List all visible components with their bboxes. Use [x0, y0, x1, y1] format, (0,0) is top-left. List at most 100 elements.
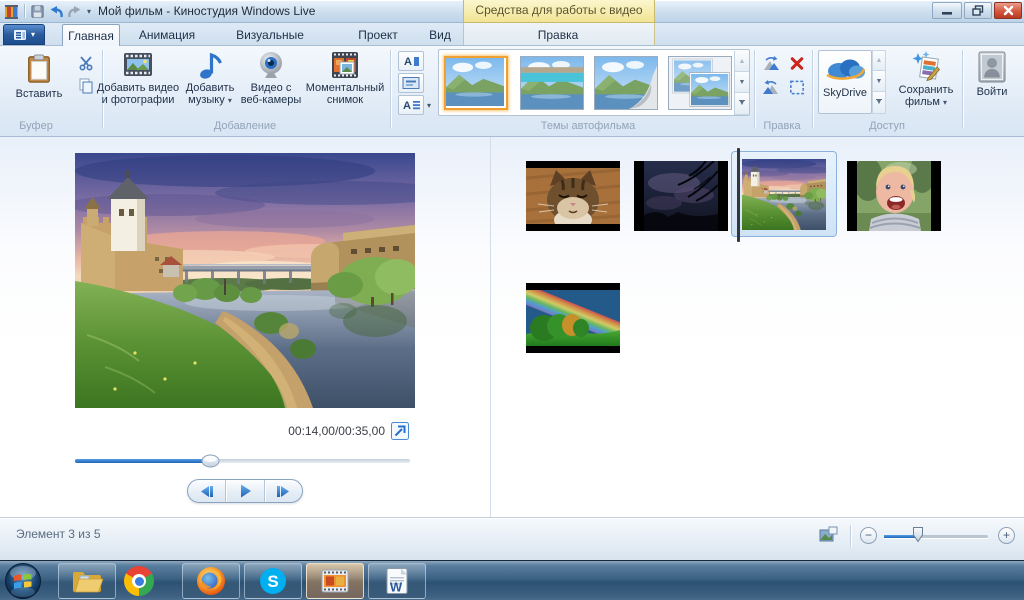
clipboard-group-label: Буфер [19, 120, 53, 132]
start-button[interactable] [4, 562, 42, 600]
laughing-child-clip-art [857, 161, 931, 231]
add-caption-button[interactable] [398, 73, 424, 93]
close-icon [1003, 5, 1013, 16]
tab-visual-effects[interactable]: Визуальные эффекты [210, 24, 330, 64]
previous-frame-button[interactable] [188, 480, 225, 502]
taskbar-item-explorer[interactable] [58, 563, 116, 599]
credits-caret-icon[interactable]: ▾ [427, 101, 431, 110]
taskbar-item-skype[interactable]: S [244, 563, 302, 599]
select-all-button[interactable] [786, 77, 808, 97]
add-credits-button[interactable]: A [398, 95, 424, 115]
play-button[interactable] [225, 480, 263, 502]
contextual-tab-group-header: Средства для работы с видео [463, 0, 655, 23]
zoom-slider[interactable] [884, 535, 988, 538]
seek-slider-thumb[interactable] [201, 454, 220, 468]
clip-thumbnail-kitten[interactable] [526, 161, 620, 231]
clip-thumbnail-laughing-child[interactable] [847, 161, 941, 231]
storyboard-playhead[interactable] [737, 148, 740, 242]
add-music-button[interactable]: Добавить музыку ▾ [182, 50, 238, 116]
taskbar-item-movie-maker[interactable] [306, 563, 364, 599]
gallery-scroll-down-button[interactable]: ▼ [735, 72, 749, 93]
paste-button[interactable]: Вставить [8, 50, 70, 116]
clip-thumbnail-rainbow[interactable] [526, 283, 620, 353]
skydrive-label: SkyDrive [822, 87, 867, 99]
zoom-out-button[interactable]: − [860, 527, 877, 544]
file-menu-icon [13, 29, 26, 40]
gallery-scroll-up-button[interactable]: ▲ [735, 51, 749, 72]
fullscreen-button[interactable] [391, 422, 409, 440]
item-counter: Элемент 3 из 5 [16, 527, 101, 541]
file-menu-button[interactable]: ▾ [3, 24, 45, 45]
title-icon: A [404, 56, 419, 68]
rotate-left-button[interactable] [760, 53, 782, 73]
rainbow-clip-art [526, 290, 620, 346]
caret-down-icon: ▾ [86, 7, 91, 16]
movie-maker-taskbar-icon [321, 569, 349, 593]
clip-thumbnail-river-landscape[interactable] [742, 159, 826, 230]
main-content: 00:14,00/00:35,00 [0, 137, 1024, 517]
seek-slider[interactable] [75, 454, 410, 468]
theme-default-art [446, 58, 504, 106]
copy-button[interactable] [74, 75, 98, 96]
add-video-icon [124, 53, 152, 76]
add-title-button[interactable]: A [398, 51, 424, 71]
taskbar-item-word[interactable]: W [368, 563, 426, 599]
close-button[interactable] [994, 2, 1022, 19]
caret-down-icon: ▾ [227, 96, 232, 105]
tab-edit-contextual[interactable]: Правка [520, 24, 596, 46]
movie-maker-icon [5, 4, 18, 19]
gallery-scrollbar: ▲ ▼ ▼ [734, 51, 749, 115]
undo-button[interactable] [47, 3, 65, 20]
rotate-right-button[interactable] [760, 77, 782, 97]
sign-in-avatar-icon [978, 51, 1006, 83]
svg-text:S: S [267, 572, 278, 591]
tab-animation[interactable]: Анимация [134, 24, 200, 46]
tab-view[interactable]: Вид [420, 24, 460, 46]
preview-video-frame[interactable] [75, 153, 415, 408]
play-icon [240, 484, 251, 498]
add-video-button[interactable]: Добавить видео и фотографии [96, 50, 180, 116]
next-frame-button[interactable] [263, 480, 302, 502]
skydrive-more-button[interactable]: ▼ [872, 92, 886, 114]
redo-icon [67, 5, 80, 17]
pane-divider [490, 137, 491, 517]
seek-slider-fill [75, 459, 210, 463]
redo-button[interactable] [65, 3, 83, 20]
status-separator [850, 525, 851, 547]
thumbnail-size-button[interactable] [816, 524, 840, 544]
save-movie-button[interactable]: Сохранить фильм ▾ [890, 50, 962, 116]
tab-project[interactable]: Проект [348, 24, 408, 46]
gallery-more-button[interactable]: ▼ [735, 93, 749, 115]
automovie-themes-gallery: ▲ ▼ ▼ [438, 49, 750, 116]
delete-button[interactable] [786, 53, 808, 73]
minimize-button[interactable] [932, 2, 962, 19]
theme-item-default[interactable] [444, 56, 508, 110]
snapshot-label: Моментальный снимок [305, 82, 385, 106]
skype-icon: S [260, 568, 286, 594]
theme-item-cinematic[interactable] [594, 56, 658, 110]
zoom-in-button[interactable]: + [998, 527, 1015, 544]
undo-icon [50, 5, 63, 17]
minimize-icon [942, 11, 952, 15]
taskbar-item-chrome[interactable] [121, 566, 157, 596]
skydrive-scroll-up-button[interactable]: ▲ [872, 50, 886, 71]
save-movie-icon [912, 51, 941, 82]
zoom-slider-thumb[interactable] [912, 526, 924, 543]
themes-group-label: Темы автофильма [540, 120, 636, 132]
firefox-icon [197, 567, 225, 595]
qat-more-button[interactable]: ▾ [83, 3, 95, 20]
snapshot-button[interactable]: Моментальный снимок [304, 50, 386, 116]
theme-item-fade[interactable] [668, 56, 732, 110]
taskbar-item-firefox[interactable] [182, 563, 240, 599]
theme-item-contemporary[interactable] [520, 56, 584, 110]
group-separator [754, 50, 755, 128]
webcam-video-button[interactable]: Видео с веб-камеры [240, 50, 302, 116]
clip-thumbnail-night-trees[interactable] [634, 161, 728, 231]
skydrive-scroll-down-button[interactable]: ▼ [872, 71, 886, 92]
skydrive-button[interactable]: SkyDrive [818, 50, 872, 114]
sign-in-button[interactable]: Войти [966, 50, 1018, 116]
cut-button[interactable] [74, 52, 98, 73]
restore-button[interactable] [964, 2, 992, 19]
tab-home[interactable]: Главная [62, 24, 120, 46]
save-button[interactable] [28, 3, 46, 20]
